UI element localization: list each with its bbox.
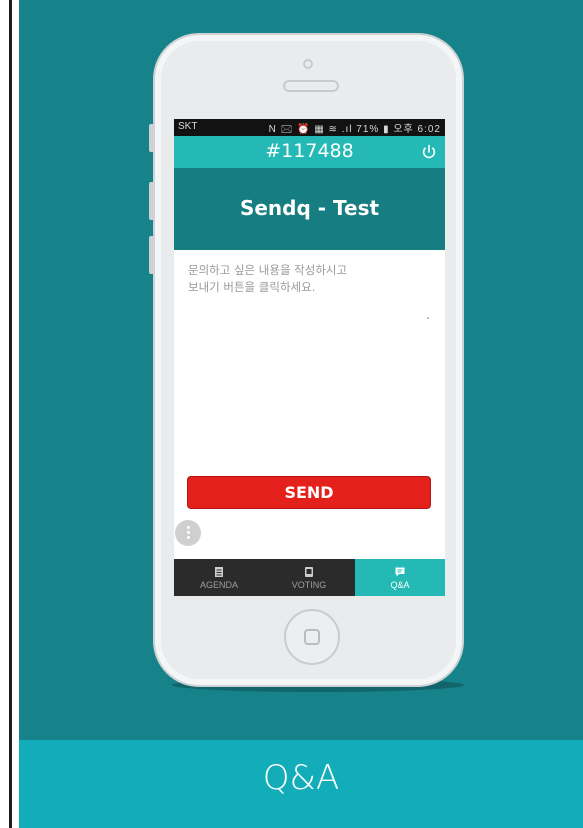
tab-voting-label: VOTING bbox=[291, 580, 327, 590]
phone-volume-down bbox=[149, 236, 155, 274]
tab-qa-label: Q&A bbox=[390, 580, 410, 590]
send-button[interactable]: SEND bbox=[187, 476, 431, 509]
carrier-label: SKT bbox=[178, 121, 198, 132]
caption-bar: Q&A bbox=[19, 740, 583, 828]
question-input[interactable]: 문의하고 싶은 내용을 작성하시고 보내기 버튼을 클릭하세요. bbox=[188, 262, 433, 442]
phone-volume-up bbox=[149, 182, 155, 220]
chat-icon bbox=[395, 567, 405, 577]
bottom-tab-bar: AGENDA VOTING Q&A bbox=[174, 559, 445, 596]
agenda-icon bbox=[215, 567, 223, 577]
scroll-indicator bbox=[427, 317, 429, 319]
more-vertical-icon[interactable] bbox=[175, 520, 201, 546]
status-bar: SKT N 🖂 ⏰ ▦ ≋ .ıl 71% ▮ 오후 6:02 bbox=[174, 119, 445, 136]
phone-home-button bbox=[284, 609, 340, 665]
power-icon[interactable] bbox=[419, 142, 439, 162]
tab-qa[interactable]: Q&A bbox=[355, 559, 445, 596]
app-screen: SKT N 🖂 ⏰ ▦ ≋ .ıl 71% ▮ 오후 6:02 #117488 … bbox=[174, 119, 445, 596]
session-id: #117488 bbox=[265, 140, 354, 162]
home-square-icon bbox=[304, 629, 320, 645]
phone-speaker bbox=[283, 80, 339, 92]
left-margin bbox=[0, 0, 4, 828]
caption-title: Q&A bbox=[262, 758, 340, 798]
tab-voting[interactable]: VOTING bbox=[264, 559, 354, 596]
tab-agenda-label: AGENDA bbox=[199, 580, 238, 590]
tab-agenda[interactable]: AGENDA bbox=[174, 559, 264, 596]
phone-side-button bbox=[149, 124, 155, 152]
voting-icon bbox=[305, 567, 313, 577]
event-title-bar: Sendq - Test bbox=[174, 168, 445, 250]
event-title: Sendq - Test bbox=[239, 196, 380, 220]
phone-camera bbox=[303, 59, 313, 69]
app-top-bar: #117488 bbox=[174, 136, 445, 168]
frame-border bbox=[9, 0, 12, 828]
